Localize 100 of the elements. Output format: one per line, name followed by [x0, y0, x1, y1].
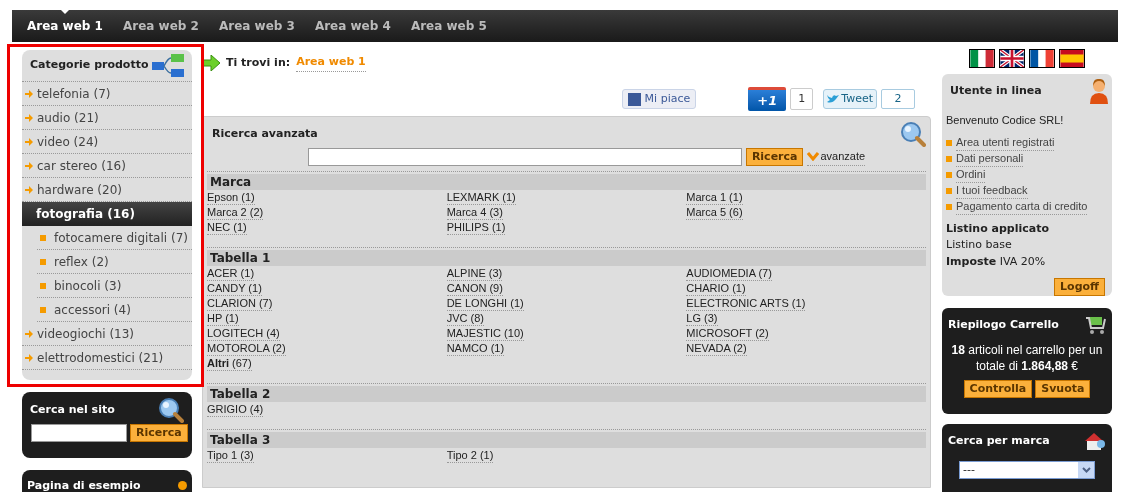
house-icon	[1084, 432, 1106, 450]
welcome-text: Benvenuto Codice SRL!	[946, 113, 1065, 128]
search-button[interactable]: Ricerca	[745, 148, 804, 166]
brand-select[interactable]: ---	[959, 461, 1095, 479]
tweet-button[interactable]: Tweet	[823, 89, 877, 109]
filter-link[interactable]: JVC (8)	[446, 311, 484, 326]
category-item[interactable]: elettrodomestici (21)	[22, 346, 192, 370]
like-button[interactable]: Mi piace	[621, 89, 697, 109]
filter-link[interactable]: HP (1)	[207, 311, 239, 326]
subcategory-item[interactable]: reflex (2)	[37, 250, 192, 274]
filter-link[interactable]: PHILIPS (1)	[446, 220, 506, 235]
filter-link[interactable]: CLARION (7)	[207, 296, 273, 311]
chevron-icon	[807, 152, 820, 161]
nav-tab[interactable]: Area web 5	[410, 17, 487, 35]
filter-link[interactable]: CHARIO (1)	[686, 281, 746, 296]
filter-link[interactable]: GRIGIO (4)	[207, 402, 264, 417]
flag-icon[interactable]	[1059, 49, 1085, 68]
search-field[interactable]	[307, 148, 742, 166]
filter-link[interactable]: Marca 1 (1)	[686, 190, 743, 205]
cart-summary: 18 articoli nel carrello per un totale di 1.864,88 €	[950, 342, 1104, 374]
filter-link[interactable]: MAJESTIC (10)	[446, 326, 524, 341]
filter-link[interactable]: LEXMARK (1)	[446, 190, 516, 205]
category-item[interactable]: telefonia (7)	[22, 82, 192, 106]
account-link[interactable]: I tuoi feedback	[956, 181, 1028, 200]
taxes-text: Imposte IVA 20%	[946, 253, 1047, 270]
filter-link[interactable]: Marca 5 (6)	[686, 205, 743, 220]
panel-title: Cerca nel sito	[30, 401, 115, 418]
breadcrumb-label: Ti trovi in:	[226, 54, 291, 71]
filter-link[interactable]: MICROSOFT (2)	[686, 326, 769, 341]
filter-link[interactable]: ACER (1)	[207, 266, 255, 281]
nav-tab[interactable]: Area web 1	[27, 17, 103, 35]
filter-link[interactable]: ELECTRONIC ARTS (1)	[686, 296, 806, 311]
filter-link[interactable]: NEVADA (2)	[686, 341, 747, 356]
nav-tab[interactable]: Area web 2	[122, 17, 199, 35]
account-link[interactable]: Pagamento carta di credito	[956, 197, 1088, 216]
filter-link[interactable]: Tipo 1 (3)	[207, 448, 254, 463]
nav-tab[interactable]: Area web 3	[218, 17, 295, 35]
dropdown-icon	[1078, 462, 1094, 478]
filter-link[interactable]: Epson (1)	[207, 190, 255, 205]
section-heading: Marca	[207, 174, 926, 190]
filter-link[interactable]: Marca 4 (3)	[446, 205, 503, 220]
section-heading: Tabella 1	[207, 250, 926, 266]
account-link[interactable]: Ordini	[956, 165, 986, 184]
panel-title: Cerca per marca	[948, 432, 1050, 449]
nav-tab[interactable]: Area web 4	[314, 17, 391, 35]
bullet-icon	[946, 187, 952, 194]
plus-one-count: 1	[790, 88, 814, 110]
bullet-icon	[946, 139, 952, 146]
arrow-icon	[25, 113, 33, 122]
hierarchy-icon	[152, 53, 184, 78]
arrow-icon	[25, 89, 33, 98]
subcategory-item[interactable]: binocoli (3)	[37, 274, 192, 298]
filter-link[interactable]: DE LONGHI (1)	[446, 296, 524, 311]
account-link[interactable]: Area utenti registrati	[956, 133, 1055, 152]
subcategory-item[interactable]: fotocamere digitali (7)	[37, 226, 192, 250]
panel-title: Categorie prodotto	[30, 57, 149, 74]
plus-one-button[interactable]: +1	[748, 87, 787, 111]
arrow-icon	[25, 185, 33, 194]
filter-link[interactable]: Altri (67)	[207, 356, 252, 371]
flag-icon[interactable]	[999, 49, 1025, 68]
filter-link[interactable]: NEC (1)	[207, 220, 247, 235]
bullet-icon	[40, 258, 46, 265]
section-heading: Tabella 3	[207, 432, 926, 448]
filter-link[interactable]: LG (3)	[686, 311, 718, 326]
tweet-count: 2	[881, 89, 915, 109]
flag-icon[interactable]	[969, 49, 995, 68]
check-cart-button[interactable]: Controlla	[963, 380, 1033, 398]
filter-link[interactable]: AUDIOMEDIA (7)	[686, 266, 772, 281]
arrow-icon	[202, 55, 220, 71]
price-list-label: Listino applicato	[946, 220, 1051, 237]
flag-icon[interactable]	[1029, 49, 1055, 68]
bullet-icon	[946, 203, 952, 210]
bullet-icon	[40, 282, 46, 289]
filter-link[interactable]: NAMCO (1)	[446, 341, 505, 356]
category-item[interactable]: audio (21)	[22, 106, 192, 130]
user-icon	[1090, 78, 1108, 104]
advanced-toggle[interactable]: avanzate	[807, 148, 866, 166]
select-value: ---	[963, 461, 975, 478]
search-button[interactable]: Ricerca	[130, 424, 188, 442]
search-field[interactable]	[31, 424, 127, 442]
category-item[interactable]: car stereo (16)	[22, 154, 192, 178]
filter-link[interactable]: ALPINE (3)	[446, 266, 503, 281]
category-item[interactable]: fotografia (16)	[22, 202, 192, 226]
category-item[interactable]: video (24)	[22, 130, 192, 154]
filter-link[interactable]: Marca 2 (2)	[207, 205, 264, 220]
filter-link[interactable]: LOGITECH (4)	[207, 326, 280, 341]
bullet-icon	[946, 155, 952, 162]
category-item[interactable]: videogiochi (13)	[22, 322, 192, 346]
search-icon	[158, 397, 184, 423]
account-link[interactable]: Dati personali	[956, 149, 1024, 168]
filter-link[interactable]: Tipo 2 (1)	[446, 448, 494, 463]
logoff-button[interactable]: Logoff	[1054, 278, 1105, 296]
filter-link[interactable]: CANON (9)	[446, 281, 503, 296]
bullet-icon	[946, 171, 952, 178]
filter-link[interactable]: MOTOROLA (2)	[207, 341, 286, 356]
empty-cart-button[interactable]: Svuota	[1035, 380, 1091, 398]
subcategory-item[interactable]: accessori (4)	[37, 298, 192, 322]
arrow-icon	[25, 329, 33, 338]
bird-icon	[827, 94, 840, 104]
filter-link[interactable]: CANDY (1)	[207, 281, 262, 296]
